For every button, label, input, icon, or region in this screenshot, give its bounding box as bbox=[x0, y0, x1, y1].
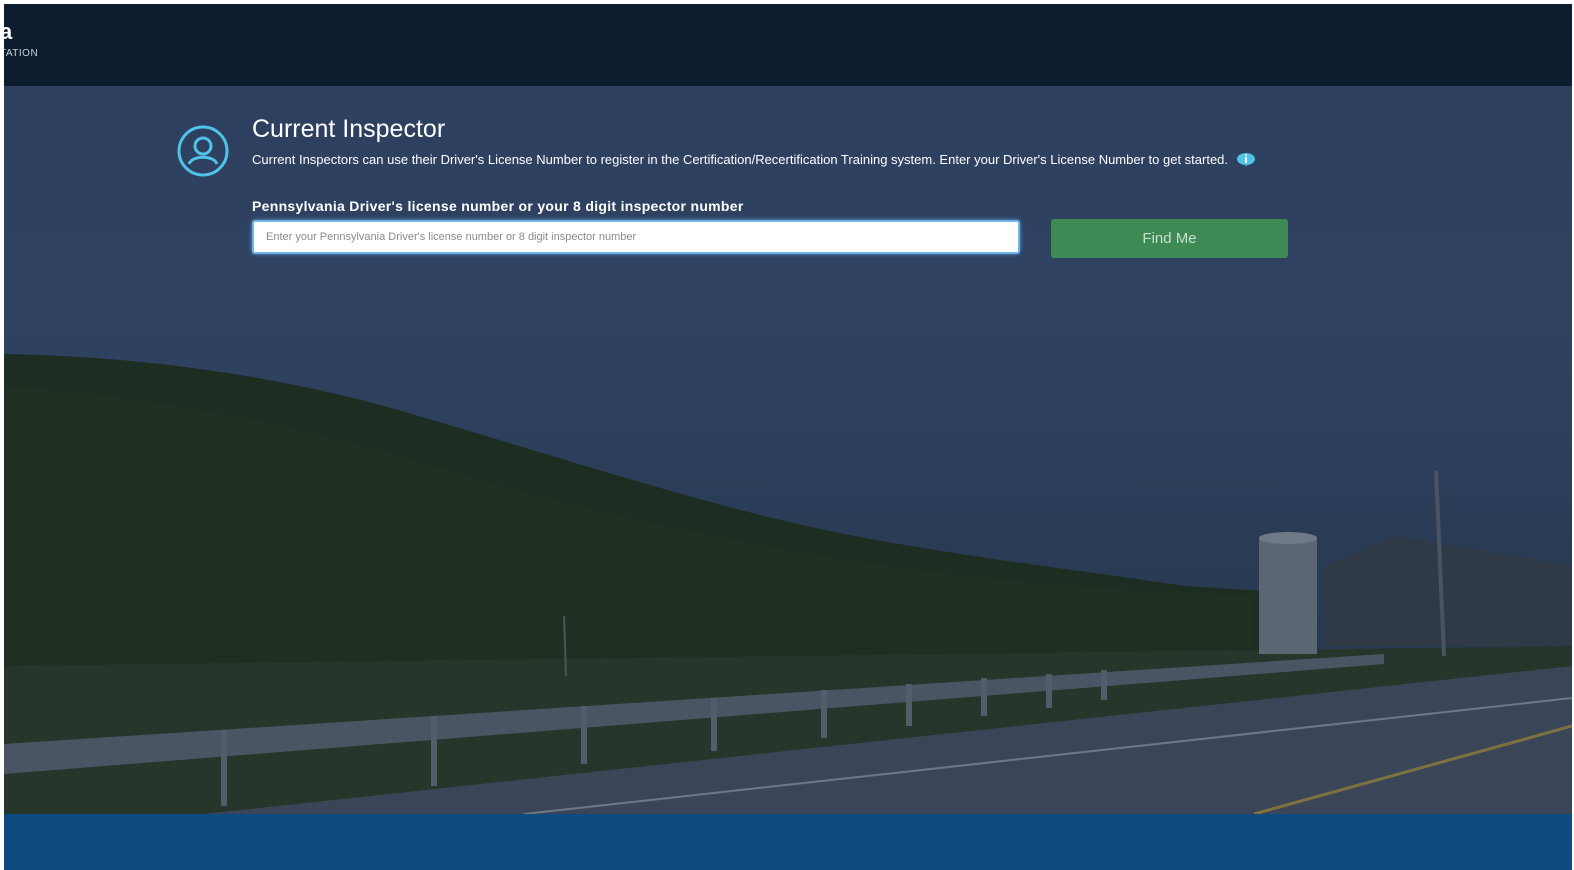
description-block: Current Inspectors can use their Driver'… bbox=[252, 150, 1272, 169]
user-circle-icon bbox=[177, 125, 229, 177]
info-bubble-icon[interactable] bbox=[1236, 152, 1256, 167]
hill-highlight bbox=[4, 386, 1254, 686]
description-text: Current Inspectors can use their Driver'… bbox=[252, 152, 1229, 167]
top-header: a TATION bbox=[4, 4, 1572, 86]
page-title: Current Inspector bbox=[252, 115, 446, 143]
page: a TATION bbox=[4, 4, 1572, 870]
license-number-input[interactable] bbox=[252, 220, 1020, 254]
find-me-button[interactable]: Find Me bbox=[1051, 219, 1288, 258]
barn bbox=[1324, 536, 1572, 646]
license-field-label: Pennsylvania Driver's license number or … bbox=[252, 198, 744, 214]
logo-letter[interactable]: a bbox=[4, 20, 12, 44]
silo bbox=[1259, 538, 1317, 654]
hero-background bbox=[4, 86, 1572, 814]
silo-top bbox=[1259, 532, 1317, 544]
logo-subtext[interactable]: TATION bbox=[4, 48, 38, 60]
footer-band bbox=[4, 814, 1572, 870]
landscape-image bbox=[4, 354, 1572, 814]
